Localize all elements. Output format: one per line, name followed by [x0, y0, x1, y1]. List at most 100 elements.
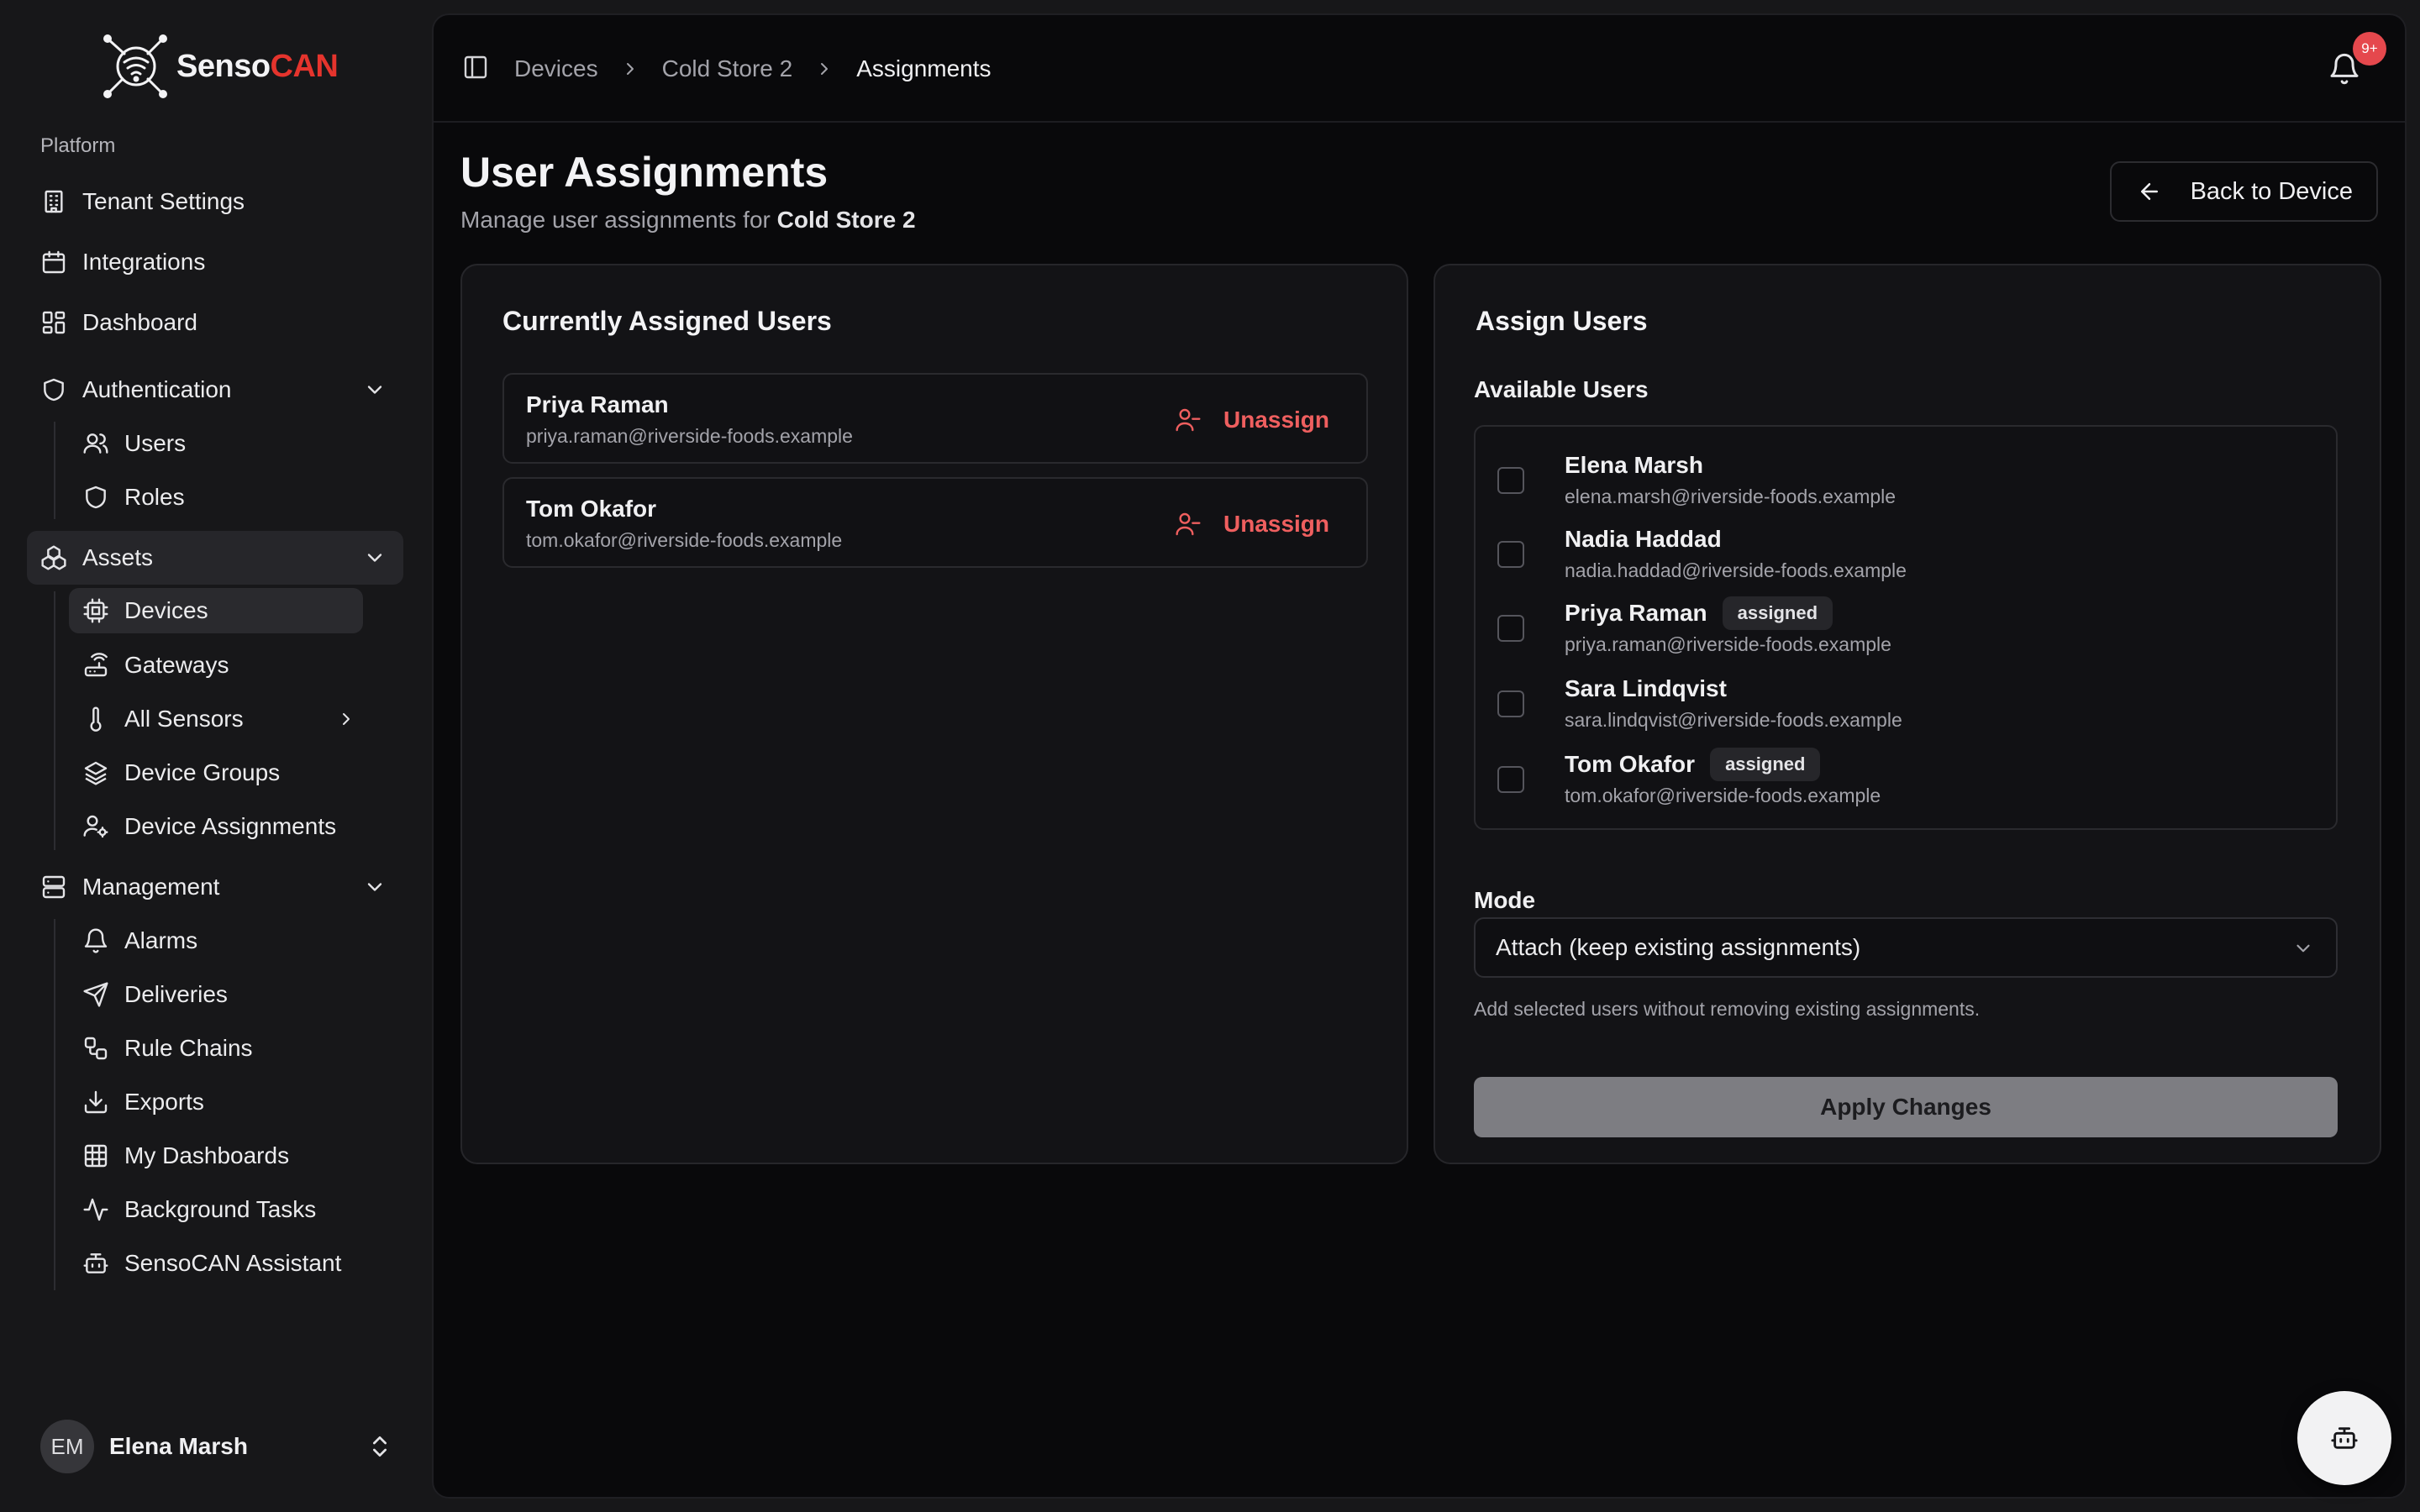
- sidebar-item-label: Device Groups: [124, 759, 281, 785]
- user-name: Elena Marsh: [1565, 452, 1703, 478]
- sidebar-item-device-assignments[interactable]: Device Assignments: [69, 805, 363, 848]
- sidebar-item-assistant[interactable]: SensoCAN Assistant: [69, 1242, 363, 1285]
- user-name: Elena Marsh: [109, 1433, 248, 1459]
- chevron-down-icon: [367, 883, 382, 891]
- chevron-right-icon: [626, 63, 634, 75]
- list-item[interactable]: Sara Lindqvist sara.lindqvist@riverside-…: [1497, 672, 2304, 739]
- brand-logo[interactable]: SensoCAN: [99, 32, 339, 101]
- top-bar: Devices Cold Store 2 Assignments 9+: [434, 15, 2405, 123]
- user-checkbox[interactable]: [1497, 615, 1524, 642]
- table-icon: [84, 1144, 108, 1168]
- mode-select-value: Attach (keep existing assignments): [1496, 934, 1861, 960]
- sidebar-toggle-icon[interactable]: [462, 54, 489, 81]
- user-minus-icon: [1176, 512, 1201, 536]
- sidebar-item-management[interactable]: Management: [27, 865, 403, 909]
- breadcrumb-device[interactable]: Cold Store 2: [662, 55, 793, 82]
- layout-grid-icon: [42, 311, 66, 334]
- sidebar-item-label: Dashboard: [82, 309, 197, 335]
- bell-icon: [84, 928, 108, 953]
- assign-users-card: Assign Users Available Users Elena Marsh…: [1434, 264, 2381, 1164]
- user-checkbox[interactable]: [1497, 766, 1524, 793]
- assigned-user-name: Priya Raman: [526, 391, 669, 417]
- main-content: Devices Cold Store 2 Assignments 9+ User…: [432, 13, 2407, 1499]
- sidebar-item-rule-chains[interactable]: Rule Chains: [69, 1026, 363, 1070]
- user-name: Priya Raman: [1565, 600, 1707, 626]
- download-icon: [84, 1090, 108, 1114]
- user-menu[interactable]: EM Elena Marsh: [40, 1420, 393, 1473]
- sidebar-item-label: Users: [124, 430, 187, 456]
- sidebar-item-label: Roles: [124, 484, 185, 510]
- sidebar-item-all-sensors[interactable]: All Sensors: [69, 697, 363, 741]
- assistant-fab[interactable]: [2297, 1391, 2391, 1485]
- user-name: Tom Okafor: [1565, 751, 1696, 777]
- user-checkbox[interactable]: [1497, 467, 1524, 494]
- sidebar-item-my-dashboards[interactable]: My Dashboards: [69, 1134, 363, 1178]
- chevron-down-icon: [367, 386, 382, 394]
- bot-icon: [2331, 1427, 2358, 1449]
- user-email: sara.lindqvist@riverside-foods.example: [1565, 709, 1902, 731]
- sidebar-item-label: Tenant Settings: [82, 188, 245, 214]
- unassign-button[interactable]: Unassign: [1175, 506, 1329, 543]
- user-minus-icon: [1176, 408, 1201, 432]
- list-item[interactable]: Nadia Haddad nadia.haddad@riverside-food…: [1497, 522, 2304, 590]
- submenu-guide-line: [54, 422, 55, 519]
- sidebar-item-roles[interactable]: Roles: [69, 475, 363, 519]
- breadcrumb-current: Assignments: [856, 55, 992, 81]
- breadcrumb-devices[interactable]: Devices: [514, 55, 598, 82]
- list-item[interactable]: Tom Okafor assigned tom.okafor@riverside-…: [1497, 748, 2304, 815]
- page-subtitle: Manage user assignments for Cold Store 2: [460, 207, 916, 233]
- sidebar-item-label: Exports: [124, 1089, 204, 1115]
- assigned-user-email: tom.okafor@riverside-foods.example: [526, 529, 843, 551]
- user-email: elena.marsh@riverside-foods.example: [1565, 486, 1897, 507]
- back-to-device-button[interactable]: Back to Device: [2109, 161, 2378, 222]
- notifications-badge: 9+: [2353, 32, 2386, 66]
- sidebar-item-dashboard[interactable]: Dashboard: [27, 301, 403, 344]
- sidebar-item-exports[interactable]: Exports: [69, 1080, 363, 1124]
- sidebar-item-devices[interactable]: Devices: [69, 588, 363, 633]
- user-name: Nadia Haddad: [1565, 526, 1722, 552]
- users-icon: [83, 433, 108, 454]
- activity-icon: [83, 1198, 108, 1221]
- sidebar-item-device-groups[interactable]: Device Groups: [69, 751, 363, 795]
- sidebar-item-gateways[interactable]: Gateways: [69, 643, 363, 687]
- brand-logo-icon: [103, 34, 167, 98]
- sidebar-item-assets[interactable]: Assets: [27, 531, 403, 585]
- mode-select[interactable]: Attach (keep existing assignments): [1474, 917, 2338, 978]
- sidebar-item-label: All Sensors: [124, 706, 244, 732]
- sidebar-item-label: Authentication: [82, 376, 232, 402]
- boxes-icon: [41, 545, 66, 570]
- mode-label: Mode: [1474, 887, 1536, 913]
- sidebar-item-users[interactable]: Users: [69, 422, 363, 465]
- send-icon: [83, 982, 108, 1007]
- sidebar-item-label: My Dashboards: [124, 1142, 290, 1168]
- sidebar-item-label: SensoCAN Assistant: [124, 1250, 342, 1276]
- available-users-list: Elena Marsh elena.marsh@riverside-foods.…: [1474, 425, 2338, 830]
- submenu-guide-line: [54, 591, 55, 850]
- device-name: Cold Store 2: [776, 207, 916, 233]
- assigned-user-email: priya.raman@riverside-foods.example: [526, 425, 853, 447]
- back-to-device-label: Back to Device: [2190, 177, 2353, 205]
- sidebar-item-deliveries[interactable]: Deliveries: [69, 973, 363, 1016]
- unassign-button[interactable]: Unassign: [1175, 402, 1329, 438]
- sidebar-item-label: Devices: [124, 597, 208, 623]
- sidebar-item-label: Assets: [82, 544, 154, 570]
- assigned-badge: assigned: [1722, 596, 1833, 630]
- sidebar-item-integrations[interactable]: Integrations: [27, 240, 403, 284]
- layers-icon: [84, 761, 108, 785]
- sidebar-item-label: Rule Chains: [124, 1035, 253, 1061]
- sidebar-item-authentication[interactable]: Authentication: [27, 368, 403, 412]
- list-item[interactable]: Elena Marsh elena.marsh@riverside-foods.…: [1497, 449, 2304, 516]
- sidebar-item-background-tasks[interactable]: Background Tasks: [69, 1188, 363, 1231]
- server-icon: [42, 875, 66, 899]
- sidebar-item-alarms[interactable]: Alarms: [69, 919, 363, 963]
- user-checkbox[interactable]: [1497, 541, 1524, 568]
- user-checkbox[interactable]: [1497, 690, 1524, 717]
- sidebar-item-tenant-settings[interactable]: Tenant Settings: [27, 180, 403, 223]
- sidebar-item-label: Alarms: [124, 927, 198, 953]
- apply-changes-button[interactable]: Apply Changes: [1474, 1077, 2338, 1137]
- assigned-users-title: Currently Assigned Users: [502, 306, 832, 336]
- available-users-label: Available Users: [1474, 376, 1649, 402]
- sidebar: SensoCAN Platform Tenant Settings Integr…: [0, 0, 430, 1512]
- user-email: tom.okafor@riverside-foods.example: [1565, 785, 1881, 806]
- list-item[interactable]: Priya Raman assigned priya.raman@riversid…: [1497, 596, 2304, 664]
